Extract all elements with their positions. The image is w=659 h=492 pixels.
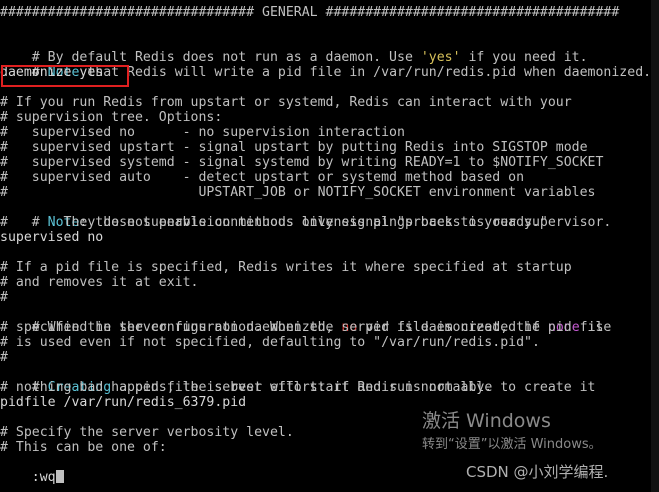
terminal-line: # UPSTART_JOB or NOTIFY_SOCKET environme… bbox=[0, 185, 596, 200]
terminal-line: # bbox=[0, 290, 8, 305]
terminal-line: # When the server runs non daemonized, n… bbox=[0, 305, 604, 335]
terminal-window[interactable]: ################################ GENERAL… bbox=[0, 0, 659, 492]
terminal-line: # They do not enable continuous liveness… bbox=[0, 215, 612, 230]
terminal-line: # Creating a pid file is best effort: if… bbox=[0, 365, 596, 395]
text-cursor bbox=[55, 470, 64, 483]
terminal-scrollbar[interactable] bbox=[651, 0, 659, 492]
highlight-box bbox=[1, 65, 129, 87]
supervised-setting: supervised no bbox=[0, 230, 104, 245]
terminal-line: # supervised systemd - signal systemd by… bbox=[0, 155, 604, 170]
terminal-line: # This can be one of: bbox=[0, 440, 167, 455]
pidfile-setting: pidfile /var/run/redis_6379.pid bbox=[0, 395, 247, 410]
csdn-credit-watermark: CSDN @小刘学编程. bbox=[466, 463, 609, 481]
terminal-line: # Specify the server verbosity level. bbox=[0, 425, 294, 440]
terminal-line: # supervised no - no supervision interac… bbox=[0, 125, 405, 140]
terminal-line: # is used even if not specified, default… bbox=[0, 335, 540, 350]
terminal-line: # Note: these supervision methods only s… bbox=[0, 200, 548, 230]
terminal-line: # bbox=[0, 350, 8, 365]
terminal-line: # If you run Redis from upstart or syste… bbox=[0, 95, 572, 110]
terminal-line: # By default Redis does not run as a dae… bbox=[0, 35, 588, 65]
terminal-line: # supervised auto - detect upstart or sy… bbox=[0, 170, 525, 185]
terminal-line: # nothing bad happens, the server will s… bbox=[0, 380, 493, 395]
terminal-line: # specified in the configuration. When t… bbox=[0, 320, 612, 335]
terminal-line: # and removes it at exit. bbox=[0, 275, 199, 290]
vim-command[interactable]: :wq bbox=[32, 470, 56, 485]
activate-windows-hint: 转到“设置”以激活 Windows。 bbox=[422, 437, 602, 452]
activate-windows-watermark: 激活 Windows bbox=[422, 410, 551, 432]
terminal-line: # supervision tree. Options: bbox=[0, 110, 223, 125]
terminal-line: # Note that Redis will write a pid file … bbox=[0, 50, 651, 80]
command-line[interactable]: :wq bbox=[0, 455, 64, 485]
line-segment: that Redis will write a pid file in /var… bbox=[79, 65, 652, 80]
terminal-line: # supervised upstart - signal upstart by… bbox=[0, 140, 588, 155]
terminal-line: # If a pid file is specified, Redis writ… bbox=[0, 260, 572, 275]
terminal-line: ################################ GENERAL… bbox=[0, 5, 620, 20]
